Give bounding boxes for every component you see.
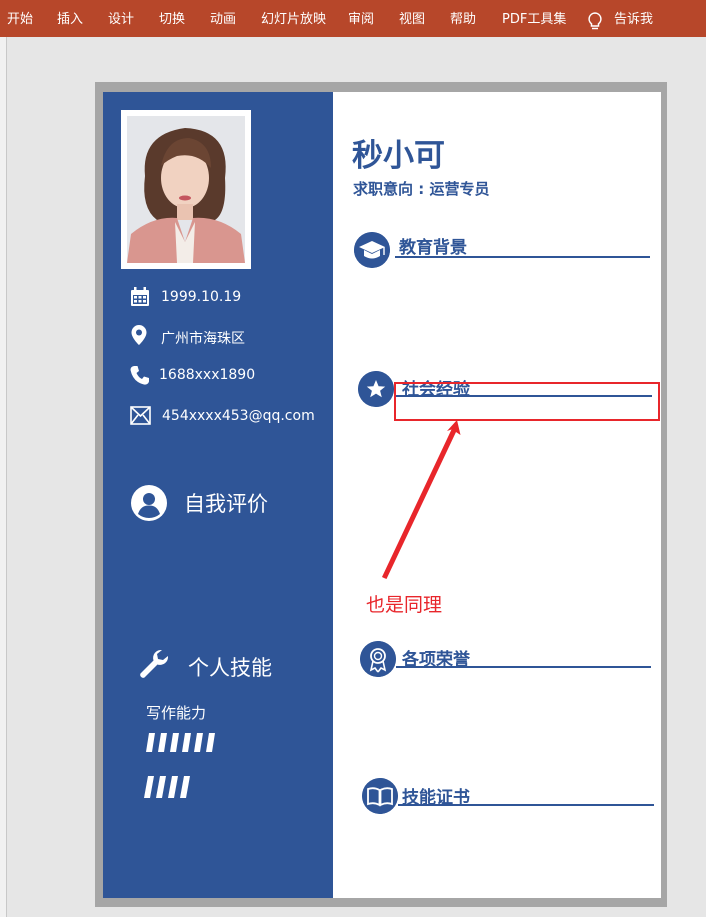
location-text: 广州市海珠区 — [161, 331, 245, 347]
lightbulb-icon[interactable] — [586, 11, 604, 31]
graduation-cap-icon — [354, 232, 390, 268]
annotation-note: 也是同理 — [366, 594, 443, 616]
skill-name-writing: 写作能力 — [146, 704, 207, 722]
tab-view[interactable]: 视图 — [399, 0, 425, 37]
tab-animations[interactable]: 动画 — [210, 0, 236, 37]
ribbon-tab-bar: 开始 插入 设计 切换 动画 幻灯片放映 审阅 视图 帮助 PDF工具集 告诉我 — [0, 0, 706, 37]
tab-help[interactable]: 帮助 — [450, 0, 476, 37]
tab-home[interactable]: 开始 — [7, 0, 33, 37]
skill-level-bar-1 — [146, 733, 215, 752]
tab-insert[interactable]: 插入 — [57, 0, 83, 37]
user-avatar-icon — [131, 485, 167, 521]
book-icon — [362, 778, 398, 814]
section-education-title[interactable]: 教育背景 — [399, 233, 467, 258]
section-certificates-underline — [398, 804, 654, 806]
profile-photo-frame[interactable] — [121, 110, 251, 269]
thumbnail-pane-edge — [0, 37, 7, 917]
tell-me-search[interactable]: 告诉我 — [614, 0, 653, 37]
skill-level-bar-2 — [144, 776, 190, 798]
phone-icon — [130, 366, 149, 385]
resume-sidebar: 1999.10.19 广州市海珠区 1688xxx1890 454xxxx453… — [103, 92, 333, 898]
resume-slide[interactable]: 1999.10.19 广州市海珠区 1688xxx1890 454xxxx453… — [103, 92, 661, 898]
tab-transitions[interactable]: 切换 — [159, 0, 185, 37]
skills-heading: 个人技能 — [188, 656, 272, 680]
location-pin-icon — [131, 325, 147, 345]
wrench-icon — [140, 649, 169, 678]
profile-photo — [127, 116, 245, 263]
star-icon — [358, 371, 394, 407]
job-objective[interactable]: 求职意向 : 运营专员 — [353, 178, 489, 199]
phone-text: 1688xxx1890 — [159, 367, 256, 383]
resume-name[interactable]: 秒小可 — [352, 130, 445, 175]
section-education-underline — [395, 256, 650, 258]
annotation-highlight-box — [394, 382, 660, 421]
calendar-icon — [131, 287, 149, 306]
birthday-text: 1999.10.19 — [161, 289, 242, 305]
self-evaluation-heading: 自我评价 — [184, 492, 268, 516]
medal-icon — [360, 641, 396, 677]
tab-pdf-tools[interactable]: PDF工具集 — [502, 0, 566, 37]
tab-review[interactable]: 审阅 — [348, 0, 374, 37]
tab-design[interactable]: 设计 — [108, 0, 134, 37]
mail-icon — [130, 406, 151, 425]
section-honors-underline — [396, 666, 651, 668]
tab-slideshow[interactable]: 幻灯片放映 — [261, 0, 326, 37]
email-text: 454xxxx453@qq.com — [162, 408, 315, 424]
